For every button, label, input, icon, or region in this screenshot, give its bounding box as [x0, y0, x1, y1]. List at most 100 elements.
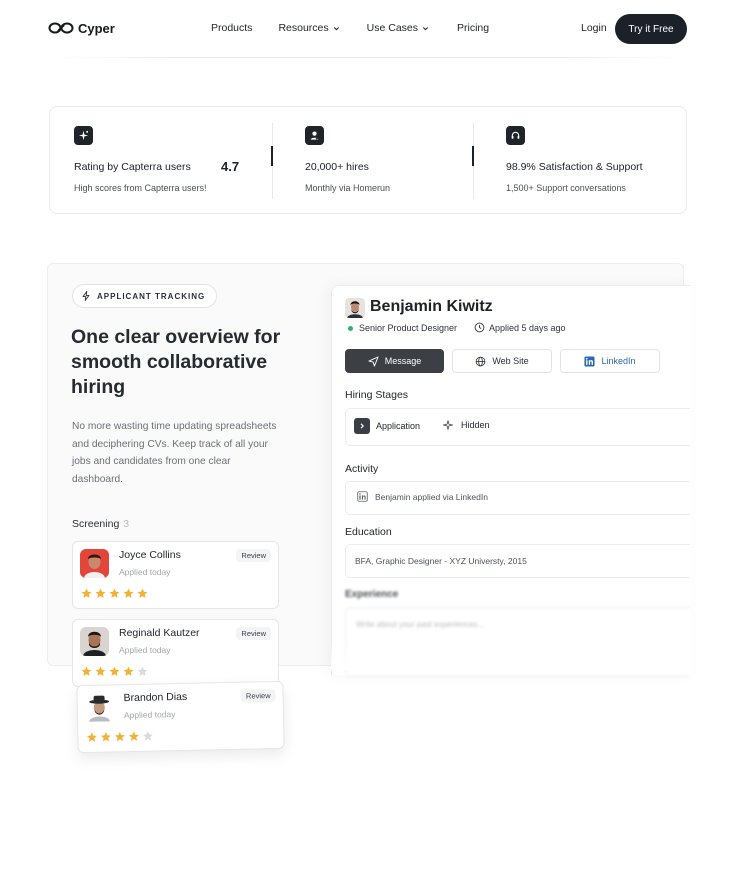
- stage-application[interactable]: Application: [354, 418, 420, 434]
- review-badge: Review: [236, 627, 271, 640]
- star-filled-icon: [137, 588, 148, 598]
- nav-link-pricing[interactable]: Pricing: [457, 22, 489, 34]
- fade-overlay: [331, 640, 691, 670]
- top-nav: Cyper Products Resources Use Cases Prici…: [0, 0, 736, 58]
- stat-title: 20,000+ hires: [305, 161, 369, 173]
- avatar: [345, 298, 365, 318]
- login-link[interactable]: Login: [581, 22, 607, 34]
- website-button[interactable]: Web Site: [452, 349, 552, 373]
- screening-label: Screening: [72, 518, 120, 530]
- activity-title: Activity: [345, 463, 379, 475]
- candidate-name: Reginald Kautzer: [119, 627, 200, 639]
- rating-stars: [81, 588, 148, 599]
- chevron-down-icon: [422, 26, 429, 30]
- logo-mark-icon: [48, 22, 74, 34]
- education-title: Education: [345, 526, 392, 538]
- star-filled-icon: [81, 666, 92, 676]
- profile-applied: Applied 5 days ago: [474, 322, 566, 333]
- hiring-stages-title: Hiring Stages: [345, 389, 409, 401]
- candidate-name: Brandon Dias: [123, 690, 188, 705]
- profile-name: Benjamin Kiwitz: [370, 298, 493, 315]
- nav-link-use-cases[interactable]: Use Cases: [367, 22, 429, 34]
- screening-header: Screening 3: [72, 518, 129, 530]
- star-filled-icon: [109, 588, 120, 598]
- star-filled-icon: [95, 588, 106, 598]
- message-button-label: Message: [384, 356, 422, 366]
- headset-icon: [506, 126, 525, 145]
- star-filled-icon: [123, 666, 134, 676]
- logo[interactable]: Cyper: [48, 20, 115, 36]
- linkedin-icon: [584, 355, 596, 367]
- try-free-button[interactable]: Try it Free: [615, 14, 687, 44]
- avatar: [80, 627, 109, 656]
- nav-links: Products Resources Use Cases Pricing: [211, 22, 489, 34]
- nav-link-label: Pricing: [457, 22, 490, 34]
- chevron-right-icon: [354, 418, 370, 434]
- review-badge: Review: [236, 549, 271, 562]
- stat-value: 4.7: [221, 159, 240, 174]
- clock-icon: [474, 322, 485, 333]
- globe-icon: [475, 356, 486, 366]
- activity-item-label: Benjamin applied via LinkedIn: [375, 491, 488, 502]
- nav-link-label: Use Cases: [366, 22, 418, 34]
- rating-stars: [81, 666, 148, 677]
- logo-text: Cyper: [78, 20, 115, 36]
- stat-divider: [271, 123, 273, 199]
- stat-satisfaction: 98.9% Satisfaction & Support 1,500+ Supp…: [506, 107, 686, 215]
- profile-role: Senior Product Designer: [348, 323, 457, 333]
- star-filled-icon: [123, 588, 134, 598]
- sparkle-outline-icon: [443, 420, 453, 430]
- message-button[interactable]: Message: [345, 349, 444, 373]
- star-filled-icon: [95, 666, 106, 676]
- education-item: BFA, Graphic Designer - XYZ Universty, 2…: [355, 556, 527, 566]
- review-badge: Review: [240, 689, 276, 703]
- candidate-applied: Applied today: [119, 645, 171, 655]
- linkedin-button[interactable]: LinkedIn: [560, 349, 660, 373]
- chevron-down-icon: [333, 26, 339, 30]
- candidate-applied: Applied today: [123, 709, 176, 721]
- activity-item: Benjamin applied via LinkedIn: [357, 491, 488, 502]
- feature-description: No more wasting time updating spreadshee…: [72, 421, 277, 485]
- stage-application-label: Application: [376, 421, 421, 431]
- experience-title: Experience: [345, 589, 399, 600]
- experience-placeholder: Write about your past experiences...: [356, 620, 484, 629]
- stat-title: 98.9% Satisfaction & Support: [506, 161, 643, 173]
- stat-hires: 20,000+ hires Monthly via Homerun: [305, 107, 485, 215]
- avatar: [80, 549, 109, 578]
- send-icon: [368, 355, 379, 367]
- nav-link-products[interactable]: Products: [211, 22, 252, 34]
- stat-subtitle: Monthly via Homerun: [305, 183, 391, 193]
- profile-applied-label: Applied 5 days ago: [489, 322, 566, 333]
- stat-divider: [472, 123, 474, 199]
- nav-divider: [48, 57, 688, 58]
- candidate-name: Joyce Collins: [119, 549, 181, 561]
- star-filled-icon: [86, 732, 97, 742]
- avatar: [84, 692, 115, 722]
- badge-label: APPLICANT TRACKING: [97, 291, 206, 301]
- candidate-card-dragging[interactable]: Brandon Dias Applied today Review: [76, 680, 285, 754]
- stat-subtitle: High scores from Capterra users!: [74, 183, 207, 193]
- stage-hidden-label: Hidden: [461, 420, 490, 430]
- stage-hidden[interactable]: Hidden: [443, 420, 490, 430]
- profile-role-label: Senior Product Designer: [359, 323, 458, 333]
- star-filled-icon: [114, 731, 125, 742]
- nav-link-label: Resources: [278, 22, 329, 34]
- star-filled-icon: [100, 732, 111, 742]
- screening-count: 3: [123, 518, 130, 530]
- star-filled-icon: [128, 731, 139, 741]
- stats-bar: Rating by Capterra users 4.7 High scores…: [49, 106, 687, 214]
- star-empty-icon: [137, 666, 148, 676]
- sparkle-icon: [74, 126, 93, 145]
- lightning-icon: [82, 291, 90, 301]
- status-dot: [348, 325, 353, 331]
- star-empty-icon: [142, 731, 153, 741]
- linkedin-button-label: LinkedIn: [601, 356, 636, 366]
- stat-subtitle: 1,500+ Support conversations: [506, 183, 626, 193]
- user-check-icon: [305, 126, 324, 145]
- candidate-card[interactable]: Reginald Kautzer Applied today Review: [72, 619, 279, 687]
- candidate-card[interactable]: Joyce Collins Applied today Review: [72, 541, 279, 609]
- feature-headline: One clear overview for smooth collaborat…: [71, 326, 281, 398]
- nav-link-resources[interactable]: Resources: [278, 22, 339, 34]
- star-filled-icon: [81, 588, 92, 598]
- nav-link-label: Products: [211, 22, 253, 34]
